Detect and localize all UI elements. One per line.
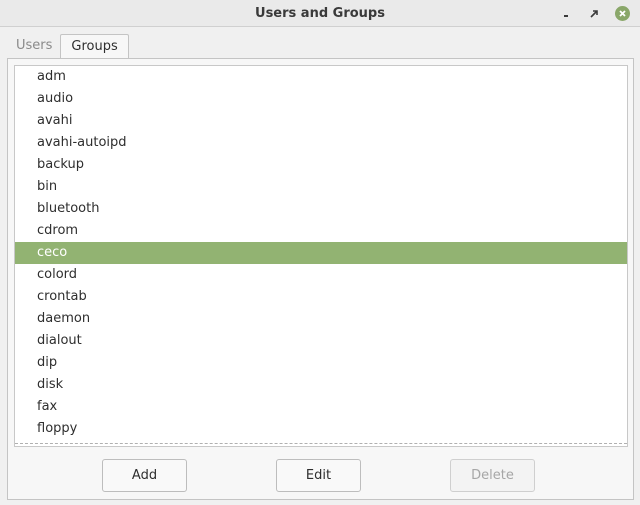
list-item[interactable]: colord (15, 264, 627, 286)
list-item[interactable]: floppy (15, 418, 627, 440)
window-title: Users and Groups (255, 6, 385, 21)
users-and-groups-window: Users and Groups Users Groups adm audio av… (0, 0, 640, 505)
list-item[interactable]: cdrom (15, 220, 627, 242)
title-bar[interactable]: Users and Groups (0, 0, 640, 27)
list-divider (15, 443, 627, 444)
minimize-button[interactable] (557, 5, 574, 22)
close-icon (619, 10, 626, 17)
list-item-selected[interactable]: ceco (15, 242, 627, 264)
list-item[interactable]: adm (15, 66, 627, 88)
minimize-icon (563, 14, 568, 17)
list-item[interactable]: fax (15, 396, 627, 418)
edit-button[interactable]: Edit (276, 459, 361, 492)
list-item[interactable]: disk (15, 374, 627, 396)
tab-users[interactable]: Users (8, 34, 60, 58)
list-item[interactable]: audio (15, 88, 627, 110)
list-item[interactable]: bluetooth (15, 198, 627, 220)
close-button[interactable] (614, 5, 631, 22)
tab-bar: Users Groups (8, 34, 129, 59)
tab-groups[interactable]: Groups (60, 34, 129, 59)
list-item[interactable]: dip (15, 352, 627, 374)
delete-button[interactable]: Delete (450, 459, 535, 492)
list-item[interactable]: backup (15, 154, 627, 176)
list-item[interactable]: bin (15, 176, 627, 198)
list-item[interactable]: dialout (15, 330, 627, 352)
list-item[interactable]: crontab (15, 286, 627, 308)
list-item[interactable]: avahi (15, 110, 627, 132)
list-item[interactable]: avahi-autoipd (15, 132, 627, 154)
groups-page: adm audio avahi avahi-autoipd backup bin bluet… (7, 58, 634, 500)
groups-list[interactable]: adm audio avahi avahi-autoipd backup bin bluet… (14, 65, 628, 447)
maximize-icon (589, 9, 598, 18)
list-item[interactable]: daemon (15, 308, 627, 330)
maximize-button[interactable] (585, 5, 602, 22)
add-button[interactable]: Add (102, 459, 187, 492)
